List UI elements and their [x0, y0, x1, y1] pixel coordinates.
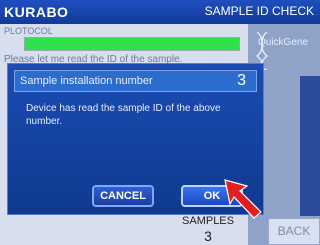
title-bar: KURABO SAMPLE ID CHECK — [0, 0, 320, 24]
brand-label: QuickGene — [258, 37, 309, 48]
screen-title: SAMPLE ID CHECK — [204, 4, 314, 18]
back-button[interactable]: BACK — [268, 218, 320, 245]
protocol-label: PLOTOCOL — [4, 26, 53, 36]
right-button-strip — [300, 76, 320, 216]
samples-value: 3 — [204, 228, 212, 244]
arrow-pointer-icon — [224, 179, 262, 219]
dialog-header: Sample installation number 3 — [14, 70, 257, 92]
dialog-message: Device has read the sample ID of the abo… — [26, 103, 221, 127]
kurabo-logo: KURABO — [4, 4, 69, 20]
protocol-progress-bar — [24, 37, 240, 51]
cancel-button[interactable]: CANCEL — [92, 185, 154, 207]
dialog-title: Sample installation number — [20, 75, 153, 87]
dialog-sample-number: 3 — [237, 72, 246, 89]
